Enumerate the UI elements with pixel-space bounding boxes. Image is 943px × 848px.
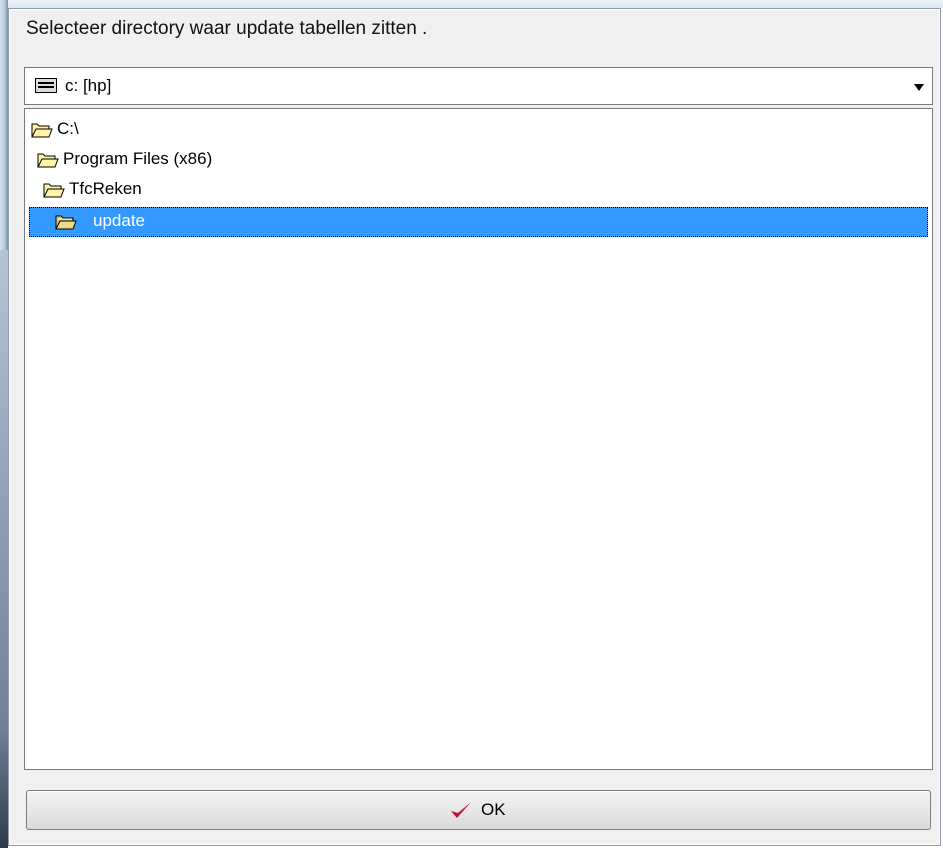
ok-button[interactable]: OK <box>26 790 931 830</box>
drive-icon <box>35 78 57 93</box>
tree-item-tfcreken[interactable]: TfcReken <box>43 175 343 205</box>
dialog-button-bar: OK <box>24 770 933 840</box>
tree-item-label: update <box>93 211 145 230</box>
directory-tree[interactable]: C:\ Program Files (x86) TfcReken update <box>24 108 933 770</box>
folder-open-icon <box>31 123 53 138</box>
dialog-frame-edge <box>0 0 8 848</box>
folder-open-icon <box>55 215 77 230</box>
tree-item-c-root[interactable]: C:\ <box>31 115 331 145</box>
dialog-caption: Selecteer directory waar update tabellen… <box>26 18 428 39</box>
folder-open-icon <box>37 153 59 168</box>
checkmark-icon <box>451 802 471 818</box>
background-window-strip <box>0 0 943 8</box>
tree-item-program-files[interactable]: Program Files (x86) <box>37 145 357 175</box>
tree-item-label: C:\ <box>57 119 79 138</box>
tree-item-label: TfcReken <box>69 179 142 198</box>
tree-item-update[interactable]: update <box>29 207 928 237</box>
ok-button-label: OK <box>481 800 506 819</box>
drive-select[interactable]: c: [hp] <box>24 67 933 105</box>
folder-open-icon <box>43 183 65 198</box>
drive-select-value: c: [hp] <box>65 76 112 95</box>
tree-item-label: Program Files (x86) <box>63 149 213 168</box>
chevron-down-icon[interactable] <box>914 84 924 91</box>
